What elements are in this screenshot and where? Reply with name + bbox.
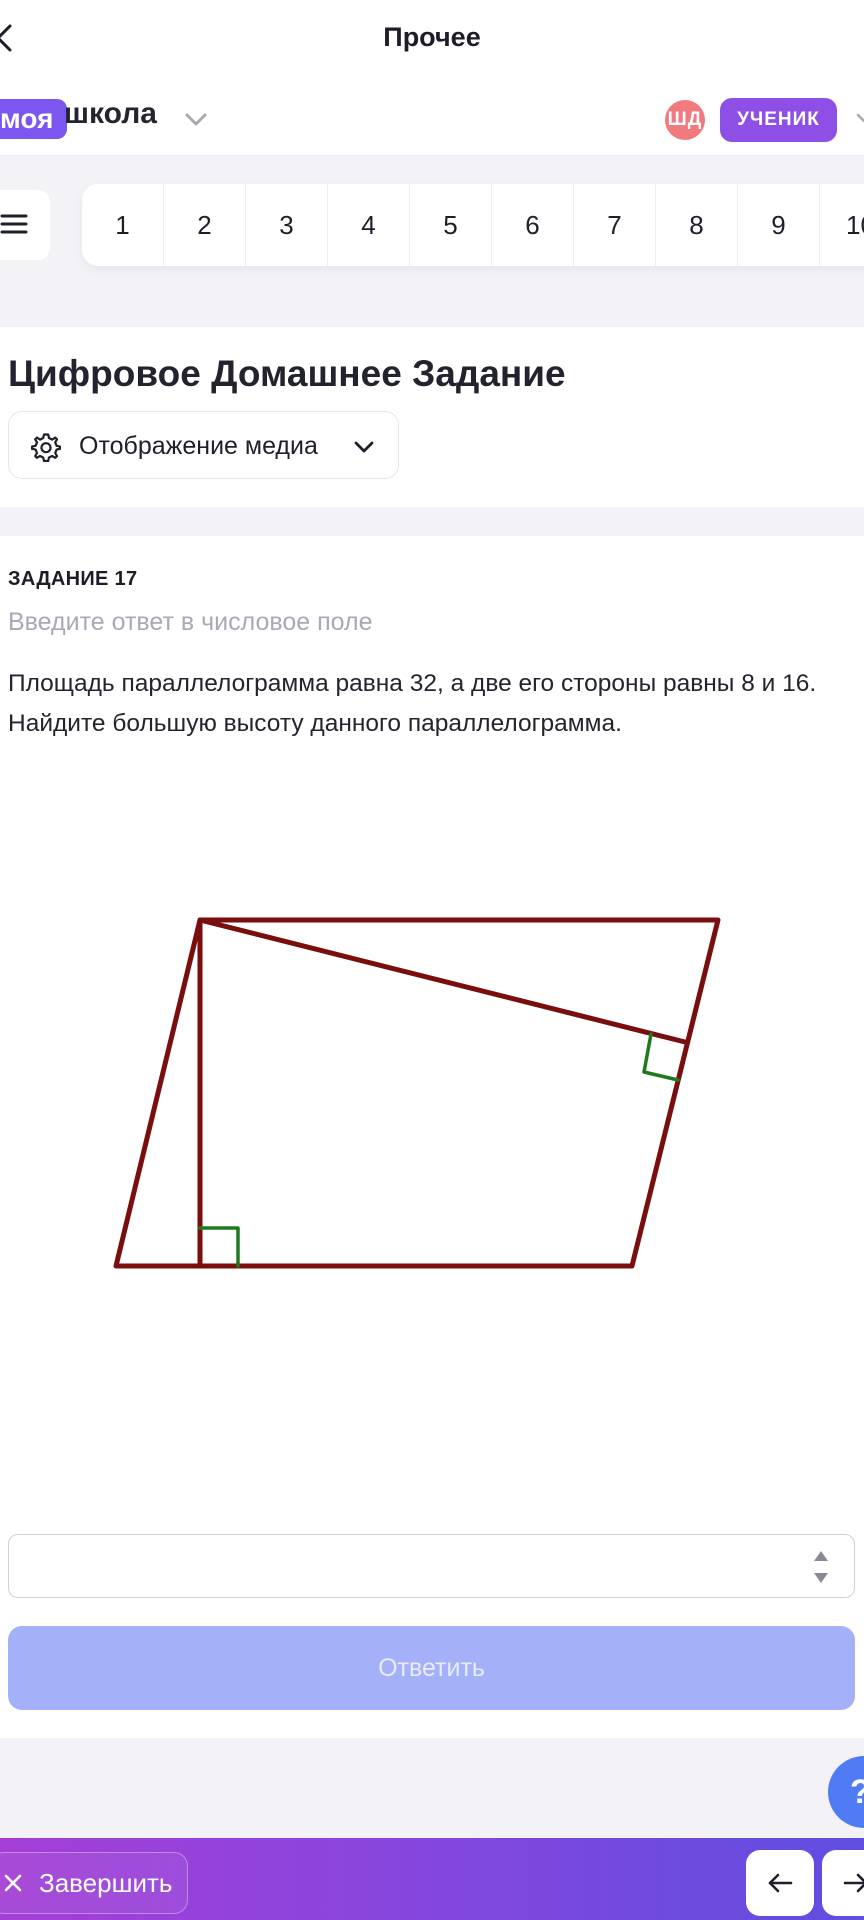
- height-to-side-line: [197, 917, 688, 1045]
- task-number-4[interactable]: 4: [328, 184, 410, 266]
- task-hint: Введите ответ в числовое поле: [8, 608, 373, 636]
- task-number-10[interactable]: 10: [820, 184, 864, 266]
- logo-text: школа: [64, 97, 157, 130]
- page-title: Цифровое Домашнее Задание: [8, 353, 566, 394]
- task-number-3[interactable]: 3: [246, 184, 328, 266]
- task-statement: Площадь параллелограмма равна 32, а две …: [8, 670, 817, 737]
- menu-icon: [0, 214, 28, 234]
- task-number-2[interactable]: 2: [164, 184, 246, 266]
- answer-input[interactable]: [8, 1534, 855, 1598]
- top-bar: Прочее: [0, 0, 864, 78]
- task-number-5[interactable]: 5: [410, 184, 492, 266]
- page-header-title: Прочее: [383, 22, 481, 52]
- media-select-label: Отображение медиа: [79, 432, 318, 460]
- chevron-down-icon[interactable]: [184, 112, 208, 128]
- finish-label: Завершить: [39, 1868, 173, 1898]
- page: Прочее моя школа ШД УЧЕНИК 12345678910 Ц…: [0, 0, 864, 1920]
- parallelogram-figure: [113, 917, 721, 1269]
- arrow-right-icon: [843, 1873, 864, 1893]
- title-card: Цифровое Домашнее Задание Отображение ме…: [0, 327, 864, 507]
- task-number-9[interactable]: 9: [738, 184, 820, 266]
- task-label: ЗАДАНИЕ 17: [8, 568, 138, 590]
- menu-button[interactable]: [0, 190, 50, 260]
- school-header: моя школа ШД УЧЕНИК: [0, 78, 864, 156]
- logo-badge: моя: [0, 99, 68, 139]
- bottom-bar: Завершить: [0, 1838, 864, 1920]
- number-stepper-icon[interactable]: [812, 1547, 830, 1587]
- task-number-7[interactable]: 7: [574, 184, 656, 266]
- help-button[interactable]: ?: [828, 1756, 864, 1828]
- task-card: ЗАДАНИЕ 17 Введите ответ в числовое поле…: [0, 536, 864, 1738]
- role-chevron-down-icon[interactable]: [856, 112, 864, 126]
- arrow-left-icon: [768, 1873, 793, 1893]
- avatar[interactable]: ШД: [665, 100, 705, 140]
- next-task-button[interactable]: [822, 1850, 864, 1916]
- gear-icon: [31, 433, 61, 462]
- parallelogram-outline: [113, 917, 721, 1269]
- media-display-select[interactable]: Отображение медиа: [8, 411, 399, 479]
- previous-task-button[interactable]: [746, 1850, 814, 1916]
- task-number-strip: 12345678910: [82, 184, 864, 266]
- close-icon: [4, 1874, 22, 1892]
- submit-answer-button[interactable]: Ответить: [8, 1626, 855, 1710]
- finish-button[interactable]: Завершить: [0, 1852, 188, 1914]
- task-number-1[interactable]: 1: [82, 184, 164, 266]
- right-angle-marker-base: [198, 1226, 240, 1268]
- task-number-8[interactable]: 8: [656, 184, 738, 266]
- task-number-6[interactable]: 6: [492, 184, 574, 266]
- role-badge[interactable]: УЧЕНИК: [720, 98, 837, 142]
- chevron-down-icon: [354, 441, 374, 453]
